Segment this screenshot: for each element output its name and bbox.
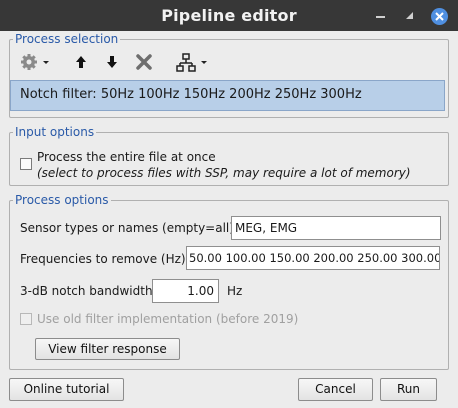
entire-file-hint: (select to process files with SSP, may r… <box>37 166 411 180</box>
close-button[interactable] <box>431 8 448 25</box>
bandwidth-input[interactable]: 1.00 <box>152 279 219 303</box>
run-button[interactable]: Run <box>380 378 437 401</box>
old-filter-label: Use old filter implementation (before 20… <box>37 312 299 326</box>
arrow-down-icon <box>107 56 117 68</box>
entire-file-label: Process the entire file at once <box>37 150 216 164</box>
window-title: Pipeline editor <box>161 6 297 25</box>
delete-button[interactable] <box>134 52 154 72</box>
delete-x-icon <box>136 54 152 70</box>
entire-file-checkbox[interactable] <box>20 158 32 170</box>
input-options-legend: Input options <box>15 125 95 139</box>
move-down-button[interactable] <box>103 52 121 72</box>
maximize-button[interactable] <box>402 8 418 24</box>
sensor-label: Sensor types or names (empty=all): <box>20 221 238 235</box>
bandwidth-label: 3-dB notch bandwidth: <box>20 284 157 298</box>
gear-icon <box>21 54 49 70</box>
old-filter-checkbox[interactable] <box>20 313 32 325</box>
sensor-input[interactable]: MEG, EMG <box>231 216 441 240</box>
gear-menu-button[interactable] <box>18 52 52 72</box>
online-tutorial-button[interactable]: Online tutorial <box>9 378 124 401</box>
cancel-button[interactable]: Cancel <box>298 378 373 401</box>
view-filter-response-button[interactable]: View filter response <box>35 338 180 360</box>
frequencies-input[interactable]: 50.00 100.00 150.00 200.00 250.00 300.00 <box>186 246 440 270</box>
process-selection-legend: Process selection <box>15 32 119 46</box>
arrow-up-icon <box>76 56 86 68</box>
minimize-button[interactable] <box>373 8 389 24</box>
close-icon <box>435 12 444 21</box>
maximize-icon <box>406 12 413 19</box>
process-list-item[interactable]: Notch filter: 50Hz 100Hz 150Hz 200Hz 250… <box>10 80 445 111</box>
title-bar: Pipeline editor <box>0 0 458 31</box>
move-up-button[interactable] <box>72 52 90 72</box>
pipeline-menu-button[interactable] <box>175 52 211 72</box>
process-options-legend: Process options <box>15 193 109 207</box>
process-list-item-label: Notch filter: 50Hz 100Hz 150Hz 200Hz 250… <box>20 87 362 102</box>
bandwidth-unit: Hz <box>227 284 243 298</box>
frequencies-label: Frequencies to remove (Hz): <box>20 252 190 266</box>
tree-icon <box>176 53 207 72</box>
